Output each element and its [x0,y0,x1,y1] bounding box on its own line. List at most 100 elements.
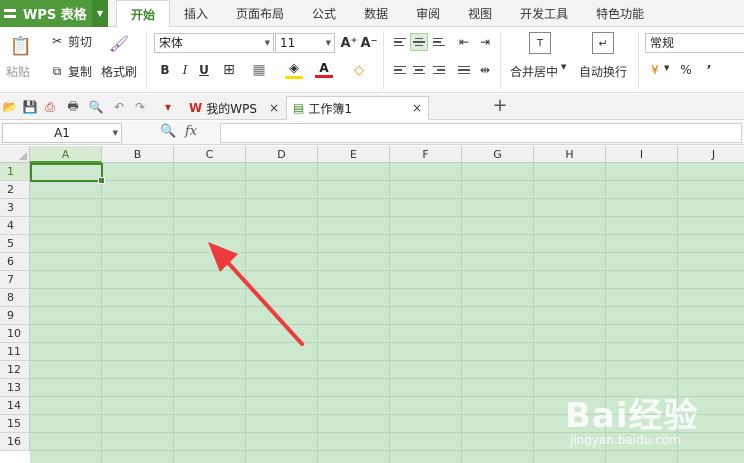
italic-button[interactable]: I [176,61,194,79]
tab-8[interactable]: 开发工具 [506,0,582,27]
row-header-7[interactable]: 7 [0,271,30,289]
copy-icon[interactable]: ⧉ [48,62,66,80]
column-header-C[interactable]: C [174,146,246,163]
align-center-icon[interactable] [410,61,428,79]
row-header-16[interactable]: 16 [0,433,30,451]
row-header-13[interactable]: 13 [0,379,30,397]
currency-icon[interactable]: ¥ [646,61,664,79]
underline-button[interactable]: U [195,61,213,79]
align-right-icon[interactable] [430,61,448,79]
row-header-10[interactable]: 10 [0,325,30,343]
export-pdf-icon[interactable]: ⎙ [42,99,58,115]
tab-4[interactable]: 公式 [298,0,350,27]
align-middle-icon[interactable] [410,33,428,51]
chevron-down-icon[interactable]: ▼ [664,64,669,72]
chevron-down-icon[interactable]: ▼ [561,63,566,71]
close-icon[interactable]: × [412,101,422,115]
column-header-J[interactable]: J [678,146,744,163]
tab-2[interactable]: 插入 [170,0,222,27]
column-header-E[interactable]: E [318,146,390,163]
row-header-4[interactable]: 4 [0,217,30,235]
paste-button[interactable]: 粘贴 [6,63,30,80]
cut-button[interactable]: 剪切 [68,33,92,50]
row-header-14[interactable]: 14 [0,397,30,415]
lookup-icon[interactable]: 🔍 [160,124,176,139]
wrap-text-button[interactable]: 自动换行 [579,63,627,80]
name-box[interactable]: A1 ▼ [2,123,122,143]
paste-icon[interactable]: 📋 [8,33,34,59]
ribbon-tab-bar: WPS 表格 ▼ 开始 插入 页面布局 公式 数据 审阅 视图 开发工具 特色功能 [0,0,744,28]
comma-button[interactable]: ’ [700,61,718,79]
customize-toolbar-icon[interactable]: ▾ [160,99,176,115]
align-left-icon[interactable] [391,61,409,79]
copy-button[interactable]: 复制 [68,63,92,80]
distributed-align-icon[interactable]: ⇹ [476,61,494,79]
wrap-text-icon[interactable]: ↵ [592,32,614,54]
decrease-indent-icon[interactable]: ⇤ [455,33,473,51]
wps-logo-icon [4,7,18,21]
redo-icon[interactable]: ↷ [132,99,148,115]
save-icon[interactable]: 💾 [22,99,38,115]
column-header-A[interactable]: A [30,146,102,163]
format-painter-button[interactable]: 格式刷 [101,63,137,80]
tab-9[interactable]: 特色功能 [582,0,658,27]
number-format-select[interactable]: 常规 [645,33,744,53]
column-header-H[interactable]: H [534,146,606,163]
tab-3[interactable]: 页面布局 [222,0,298,27]
tab-1[interactable]: 开始 [116,0,171,28]
fill-color-icon[interactable]: ◈ [285,61,303,79]
column-header-G[interactable]: G [462,146,534,163]
justify-icon[interactable] [455,61,473,79]
ribbon-separator [383,31,384,89]
open-folder-icon[interactable]: 📂 [2,99,18,115]
formula-input[interactable] [220,123,742,143]
close-icon[interactable]: × [269,101,279,115]
row-header-8[interactable]: 8 [0,289,30,307]
cut-icon[interactable]: ✂ [48,32,66,50]
app-menu-button[interactable]: WPS 表格 ▼ [0,0,108,27]
row-header-2[interactable]: 2 [0,181,30,199]
tab-7[interactable]: 视图 [454,0,506,27]
font-name-select[interactable]: 宋体 ▼ [154,33,274,53]
column-header-D[interactable]: D [246,146,318,163]
watermark-logo: Bai经验 [565,396,699,436]
active-cell-A1[interactable] [30,163,105,184]
print-icon[interactable]: 🖶 [65,99,81,115]
undo-icon[interactable]: ↶ [111,99,127,115]
font-color-button[interactable]: A [315,60,333,78]
grow-font-button[interactable]: A⁺ [340,34,358,52]
tab-workbook1[interactable]: ▤ 工作簿1 × [286,96,430,120]
row-header-6[interactable]: 6 [0,253,30,271]
fill-pattern-icon[interactable]: ▦ [250,61,268,79]
row-header-3[interactable]: 3 [0,199,30,217]
font-size-select[interactable]: 11 ▼ [275,33,335,53]
shrink-font-button[interactable]: A⁻ [360,34,378,52]
insert-function-button[interactable]: fx [185,124,197,139]
percent-button[interactable]: % [677,61,695,79]
border-icon[interactable]: ⊞ [220,61,238,79]
clear-format-icon[interactable]: ◇ [350,61,368,79]
format-painter-icon[interactable]: 🖌 [108,31,130,55]
row-header-15[interactable]: 15 [0,415,30,433]
row-header-1[interactable]: 1 [0,163,30,181]
merge-center-button[interactable]: 合并居中 [510,63,558,80]
column-header-I[interactable]: I [606,146,678,163]
row-header-9[interactable]: 9 [0,307,30,325]
app-menu-dropdown-icon[interactable]: ▼ [92,0,108,27]
select-all-corner[interactable] [0,146,30,163]
print-preview-icon[interactable]: 🔍 [88,99,104,115]
tab-5[interactable]: 数据 [350,0,402,27]
tab-6[interactable]: 审阅 [402,0,454,27]
bold-button[interactable]: B [156,61,174,79]
row-header-11[interactable]: 11 [0,343,30,361]
row-header-5[interactable]: 5 [0,235,30,253]
column-header-B[interactable]: B [102,146,174,163]
increase-indent-icon[interactable]: ⇥ [476,33,494,51]
align-top-icon[interactable] [391,33,409,51]
column-header-F[interactable]: F [390,146,462,163]
tab-my-wps[interactable]: W 我的WPS × [183,96,285,120]
row-header-12[interactable]: 12 [0,361,30,379]
new-tab-button[interactable]: + [492,95,508,116]
align-bottom-icon[interactable] [430,33,448,51]
merge-center-icon[interactable]: T [529,32,551,54]
